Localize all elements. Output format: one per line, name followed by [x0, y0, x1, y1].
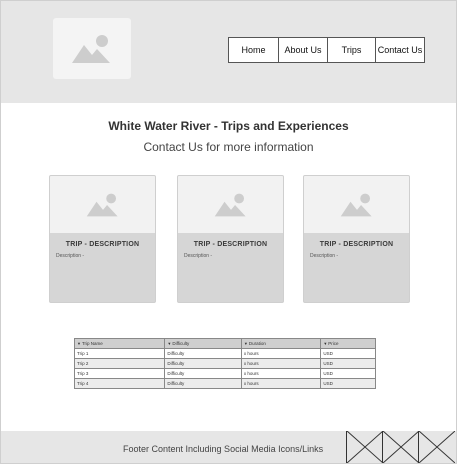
image-placeholder-icon: [72, 34, 110, 63]
social-link-1[interactable]: [346, 431, 383, 463]
table-row[interactable]: Trip 3 Difficulty x hours USD: [73, 368, 376, 379]
trip-card[interactable]: TRIP - DESCRIPTION Description -: [49, 175, 156, 303]
table-cell: x hours: [240, 348, 322, 359]
table-cell: Trip 2: [73, 358, 166, 369]
card-description: Description -: [310, 253, 339, 259]
table-cell: USD: [320, 368, 376, 379]
table-cell: Difficulty: [164, 378, 242, 389]
table-cell: Trip 4: [73, 378, 166, 389]
table-cell: Difficulty: [164, 358, 242, 369]
card-image: [178, 176, 283, 233]
column-header-duration[interactable]: ▼Duration: [240, 338, 322, 349]
table-row[interactable]: Trip 2 Difficulty x hours USD: [73, 358, 376, 369]
trip-card[interactable]: TRIP - DESCRIPTION Description -: [303, 175, 410, 303]
sort-arrow-icon: ▼: [167, 341, 172, 346]
page: Home About Us Trips Contact Us White Wat…: [0, 0, 457, 464]
column-header-difficulty[interactable]: ▼Difficulty: [164, 338, 242, 349]
card-description: Description -: [184, 253, 213, 259]
card-image: [304, 176, 409, 233]
table-cell: USD: [320, 348, 376, 359]
column-header-trip-name[interactable]: ▼Trip Name: [73, 338, 166, 349]
table-cell: x hours: [240, 368, 322, 379]
table-cell: Difficulty: [164, 368, 242, 379]
social-placeholder-icon: [383, 431, 419, 463]
nav-contact-us[interactable]: Contact Us: [376, 38, 424, 62]
nav-home[interactable]: Home: [229, 38, 279, 62]
sort-arrow-icon: ▼: [323, 341, 328, 346]
sort-arrow-icon: ▼: [243, 341, 248, 346]
card-title: TRIP - DESCRIPTION: [65, 241, 140, 248]
trip-card[interactable]: TRIP - DESCRIPTION Description -: [177, 175, 284, 303]
card-title: TRIP - DESCRIPTION: [193, 241, 268, 248]
image-placeholder-icon: [340, 193, 372, 216]
table-cell: Difficulty: [164, 348, 242, 359]
site-header: Home About Us Trips Contact Us: [1, 1, 456, 103]
social-placeholder-icon: [347, 431, 383, 463]
trips-table: ▼Trip Name ▼Difficulty ▼Duration ▼Price …: [73, 338, 376, 389]
logo[interactable]: [53, 18, 131, 79]
table-cell: x hours: [240, 358, 322, 369]
column-header-label: Duration: [248, 341, 266, 346]
image-placeholder-icon: [214, 193, 246, 216]
column-header-price[interactable]: ▼Price: [320, 338, 376, 349]
footer-text: Footer Content Including Social Media Ic…: [123, 444, 324, 454]
social-link-3[interactable]: [418, 431, 455, 463]
main-nav: Home About Us Trips Contact Us: [228, 37, 425, 63]
table-cell: USD: [320, 378, 376, 389]
column-header-label: Price: [328, 341, 339, 346]
table-cell: Trip 3: [73, 368, 166, 379]
site-footer: Footer Content Including Social Media Ic…: [1, 431, 456, 463]
table-cell: USD: [320, 358, 376, 369]
nav-about-us[interactable]: About Us: [279, 38, 328, 62]
page-subtitle: Contact Us for more information: [143, 140, 314, 154]
social-link-2[interactable]: [382, 431, 419, 463]
card-title: TRIP - DESCRIPTION: [319, 241, 394, 248]
social-placeholder-icon: [419, 431, 455, 463]
nav-trips[interactable]: Trips: [328, 38, 376, 62]
image-placeholder-icon: [86, 193, 118, 216]
column-header-label: Difficulty: [172, 341, 190, 346]
table-header-row: ▼Trip Name ▼Difficulty ▼Duration ▼Price: [73, 338, 376, 349]
table-cell: x hours: [240, 378, 322, 389]
table-row[interactable]: Trip 1 Difficulty x hours USD: [73, 348, 376, 359]
sort-arrow-icon: ▼: [77, 341, 81, 346]
page-title: White Water River - Trips and Experience…: [108, 119, 349, 133]
card-image: [50, 176, 155, 233]
table-row[interactable]: Trip 4 Difficulty x hours USD: [73, 378, 376, 389]
table-cell: Trip 1: [73, 348, 166, 359]
card-description: Description -: [56, 253, 85, 259]
column-header-label: Trip Name: [81, 341, 103, 346]
